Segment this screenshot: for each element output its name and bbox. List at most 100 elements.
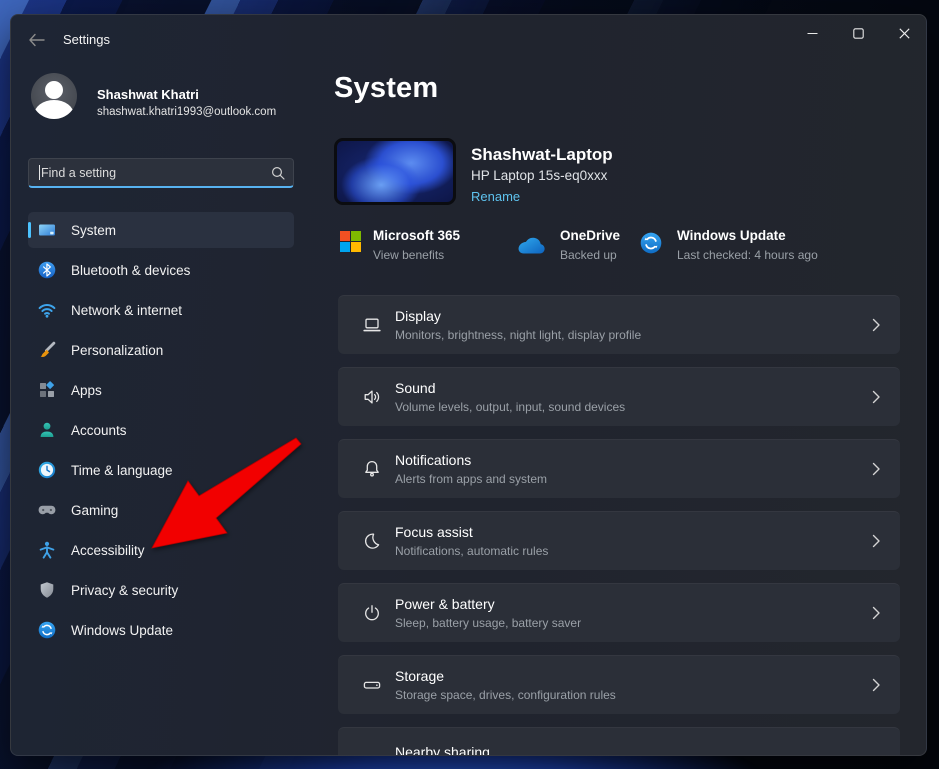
search-input[interactable] [41,166,271,180]
sidebar-item-label: Time & language [71,463,173,478]
device-model: HP Laptop 15s-eq0xxx [471,168,607,183]
settings-row-notifications[interactable]: Notifications Alerts from apps and syste… [338,439,900,498]
row-title: Nearby sharing [395,744,490,756]
sidebar-item-system[interactable]: System [28,212,294,248]
accessibility-person-icon [37,540,57,560]
sidebar-item-label: Windows Update [71,623,173,638]
row-subtitle: Sleep, battery usage, battery saver [395,616,581,630]
sidebar-item-label: Accounts [71,423,127,438]
bluetooth-icon [37,260,57,280]
drive-icon [361,674,383,696]
row-title: Focus assist [395,524,473,540]
sidebar-item-label: Gaming [71,503,118,518]
sidebar-item-bluetooth-devices[interactable]: Bluetooth & devices [28,252,294,288]
user-avatar[interactable] [31,73,77,119]
bell-icon [361,458,383,480]
page-title: System [334,72,438,105]
sidebar-item-gaming[interactable]: Gaming [28,492,294,528]
close-button[interactable] [881,15,927,51]
row-title: Sound [395,380,435,396]
settings-window: Settings Shashwat Khatri shashwat.khatri… [10,14,927,756]
user-email: shashwat.khatri1993@outlook.com [97,106,276,118]
avatar-person-icon [45,81,63,99]
power-icon [361,602,383,624]
share-icon [361,752,383,756]
benefit-title[interactable]: OneDrive [560,228,620,243]
sidebar-item-label: Privacy & security [71,583,178,598]
row-title: Notifications [395,452,471,468]
chevron-right-icon [868,605,884,621]
row-subtitle: Alerts from apps and system [395,472,547,486]
row-subtitle: Notifications, automatic rules [395,544,548,558]
chevron-right-icon [868,461,884,477]
rename-link[interactable]: Rename [471,189,520,204]
row-subtitle: Storage space, drives, configuration rul… [395,688,616,702]
sidebar-item-label: Apps [71,383,102,398]
minimize-button[interactable] [789,15,835,51]
device-thumbnail [334,138,456,205]
back-button[interactable] [23,28,49,52]
settings-row-sound[interactable]: Sound Volume levels, output, input, soun… [338,367,900,426]
sidebar-item-time-language[interactable]: Time & language [28,452,294,488]
chevron-right-icon [868,317,884,333]
settings-row-power-battery[interactable]: Power & battery Sleep, battery usage, ba… [338,583,900,642]
benefit-title[interactable]: Windows Update [677,228,786,243]
update-arrows-icon [37,620,57,640]
gamepad-icon [37,500,57,520]
shield-icon [37,580,57,600]
chevron-right-icon [868,677,884,693]
chevron-right-icon [868,533,884,549]
row-title: Power & battery [395,596,495,612]
sidebar-item-privacy-security[interactable]: Privacy & security [28,572,294,608]
apps-grid-icon [37,380,57,400]
microsoft-logo-icon [340,231,361,252]
maximize-button[interactable] [835,15,881,51]
user-name: Shashwat Khatri [97,87,199,102]
sidebar-item-network-internet[interactable]: Network & internet [28,292,294,328]
moon-icon [361,530,383,552]
search-box[interactable] [28,158,294,188]
settings-row-display[interactable]: Display Monitors, brightness, night ligh… [338,295,900,354]
sidebar-item-accounts[interactable]: Accounts [28,412,294,448]
chevron-right-icon [868,389,884,405]
back-arrow-icon [28,33,45,47]
sidebar-item-label: System [71,223,116,238]
laptop-display-icon [361,314,383,336]
sidebar-item-accessibility[interactable]: Accessibility [28,532,294,568]
sidebar-nav: System Bluetooth & devices Network & int… [28,212,294,652]
benefit-subtitle: Last checked: 4 hours ago [677,248,818,262]
settings-row-nearby-sharing[interactable]: Nearby sharing [338,727,900,756]
device-name: Shashwat-Laptop [471,145,613,165]
search-icon [271,166,285,180]
sidebar-item-personalization[interactable]: Personalization [28,332,294,368]
window-title: Settings [63,32,110,47]
paintbrush-icon [37,340,57,360]
row-title: Storage [395,668,444,684]
speaker-icon [361,386,383,408]
close-icon [899,28,910,39]
row-subtitle: Monitors, brightness, night light, displ… [395,328,641,342]
minimize-icon [807,28,818,39]
person-icon [37,420,57,440]
row-title: Display [395,308,441,324]
benefit-subtitle: View benefits [373,248,444,262]
settings-row-focus-assist[interactable]: Focus assist Notifications, automatic ru… [338,511,900,570]
maximize-icon [853,28,864,39]
benefit-title[interactable]: Microsoft 365 [373,228,460,243]
sidebar-item-label: Network & internet [71,303,182,318]
sidebar-item-apps[interactable]: Apps [28,372,294,408]
sidebar-item-windows-update[interactable]: Windows Update [28,612,294,648]
wifi-icon [37,300,57,320]
windows-update-icon [639,231,663,255]
settings-row-storage[interactable]: Storage Storage space, drives, configura… [338,655,900,714]
benefit-subtitle: Backed up [560,248,617,262]
sidebar-item-label: Accessibility [71,543,145,558]
sidebar-item-label: Personalization [71,343,163,358]
text-caret [39,165,40,180]
system-icon [37,220,57,240]
sidebar-item-label: Bluetooth & devices [71,263,190,278]
clock-icon [37,460,57,480]
row-subtitle: Volume levels, output, input, sound devi… [395,400,625,414]
onedrive-cloud-icon [516,236,546,255]
chevron-right-icon [868,754,884,756]
